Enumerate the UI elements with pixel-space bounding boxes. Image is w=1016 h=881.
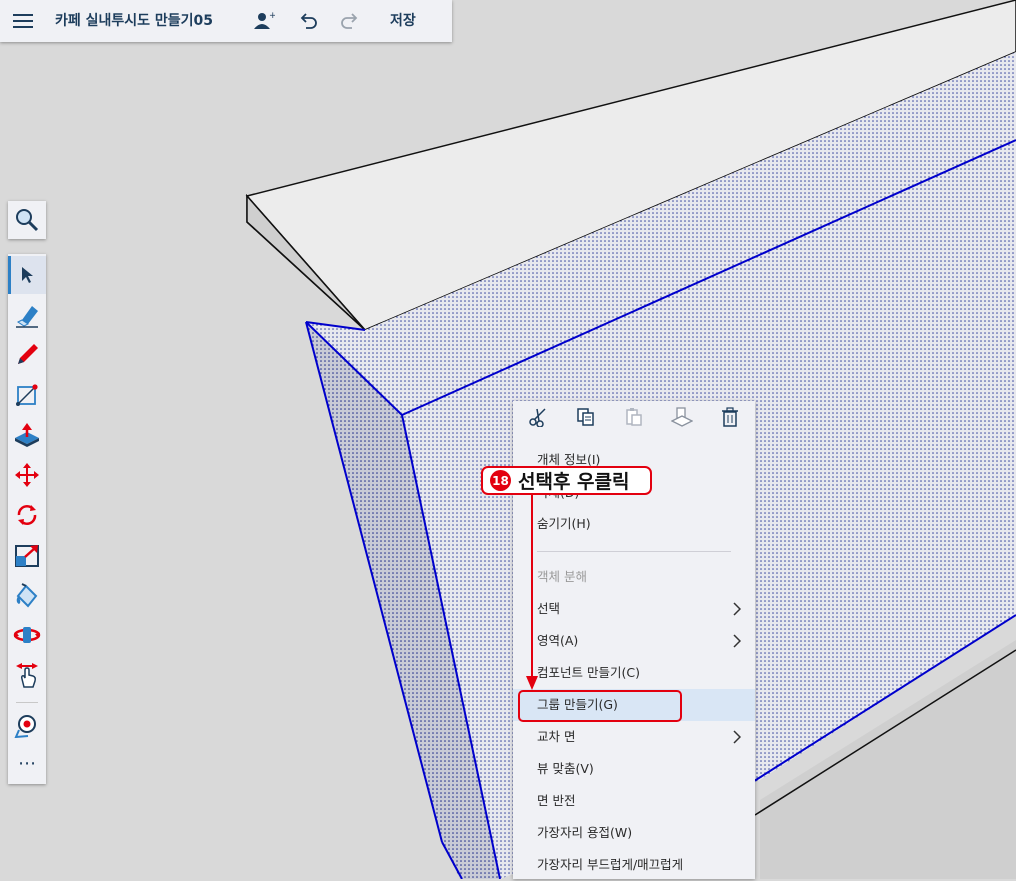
scale-icon[interactable] [8,536,46,574]
menu-item-intersect-label: 교차 면 [537,729,576,744]
more-icon[interactable]: ⋯ [8,744,46,782]
viewport-3d[interactable] [0,0,1016,879]
annotation-callout: 18 선택후 우클릭 [481,466,652,495]
menu-item-area[interactable]: 영역(A) [513,625,755,657]
eraser-icon[interactable] [8,296,46,334]
add-user-icon[interactable]: + [250,0,278,42]
push-pull-icon[interactable] [8,416,46,454]
menu-icon[interactable] [8,0,38,42]
main-toolbox: ⋯ [8,254,46,784]
pencil-icon[interactable] [8,336,46,374]
highlight-box [518,690,682,722]
context-menu-icon-row [513,401,755,433]
paste-icon[interactable] [617,401,651,433]
chevron-right-icon [733,625,741,657]
menu-item-area-label: 영역(A) [537,633,579,648]
undo-icon[interactable] [294,0,322,42]
rectangle-icon[interactable] [8,376,46,414]
menu-item-select[interactable]: 선택 [513,593,755,625]
top-bar: 카페 실내투시도 만들기05 + 저장 [0,0,452,42]
chevron-right-icon [733,593,741,625]
svg-text:+: + [269,11,275,21]
move-icon[interactable] [8,456,46,494]
orbit-icon[interactable] [8,616,46,654]
menu-item-hide[interactable]: 숨기기(H) [513,508,755,540]
rotate-icon[interactable] [8,496,46,534]
menu-item-explode: 객체 분해 [537,569,587,584]
paste-in-place-icon[interactable] [665,401,699,433]
document-title: 카페 실내투시도 만들기05 [55,13,214,29]
menu-separator [537,551,731,552]
delete-icon[interactable] [713,401,747,433]
menu-item-soften-edges[interactable]: 가장자리 부드럽게/매끄럽게 [513,849,755,881]
search-icon[interactable] [8,201,46,239]
chevron-right-icon [733,721,741,753]
paint-bucket-icon[interactable] [8,576,46,614]
menu-item-zoom-extents[interactable]: 뷰 맞춤(V) [513,753,755,785]
redo-icon[interactable] [336,0,364,42]
tape-measure-icon[interactable] [8,706,46,744]
step-number-badge: 18 [490,470,511,491]
cut-icon[interactable] [521,401,555,433]
copy-icon[interactable] [569,401,603,433]
search-toolbox [8,201,46,239]
menu-item-make-component[interactable]: 컴포넌트 만들기(C) [513,657,755,689]
menu-item-reverse-faces[interactable]: 면 반전 [513,785,755,817]
annotation-text: 선택후 우클릭 [518,471,630,493]
menu-item-select-label: 선택 [537,601,561,616]
menu-item-weld-edges[interactable]: 가장자리 용접(W) [513,817,755,849]
toolbox-separator [16,702,38,703]
menu-item-intersect-faces[interactable]: 교차 면 [513,721,755,753]
pan-icon[interactable] [8,656,46,694]
save-button[interactable]: 저장 [390,0,416,42]
select-icon[interactable] [8,256,46,294]
